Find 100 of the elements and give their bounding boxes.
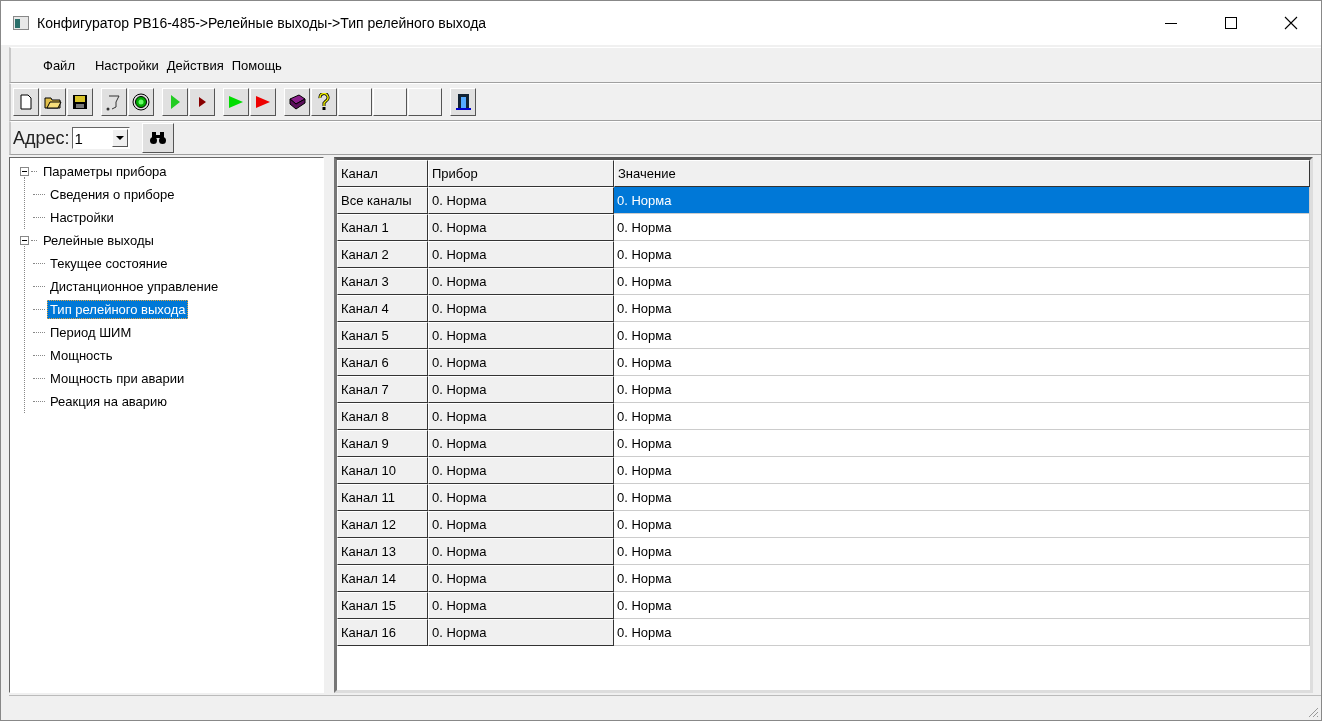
table-cell: 0. Норма — [428, 349, 614, 376]
table-cell: 0. Норма — [428, 187, 614, 214]
table-cell[interactable]: 0. Норма — [614, 187, 1310, 214]
table-cell: 0. Норма — [428, 430, 614, 457]
play-button[interactable] — [162, 88, 188, 116]
new-file-button[interactable] — [13, 88, 39, 116]
tree-item[interactable]: Реакция на аварию — [47, 392, 171, 411]
save-button[interactable] — [67, 88, 93, 116]
table-cell: Канал 16 — [337, 619, 428, 646]
target-button[interactable] — [128, 88, 154, 116]
open-folder-button[interactable] — [40, 88, 66, 116]
help-button[interactable] — [311, 88, 337, 116]
table-cell: 0. Норма — [428, 241, 614, 268]
table-cell: Канал 5 — [337, 322, 428, 349]
table-cell: 0. Норма — [428, 214, 614, 241]
table-cell: Канал 2 — [337, 241, 428, 268]
tree-item[interactable]: Сведения о приборе — [47, 185, 178, 204]
table-cell: 0. Норма — [428, 565, 614, 592]
table-cell: 0. Норма — [428, 511, 614, 538]
table-cell: Канал 1 — [337, 214, 428, 241]
target-icon — [132, 93, 150, 111]
close-icon — [1284, 16, 1298, 30]
binoculars-icon — [148, 131, 167, 145]
table-cell[interactable]: 0. Норма — [614, 268, 1310, 295]
table-cell: 0. Норма — [428, 268, 614, 295]
table-cell: Все каналы — [337, 187, 428, 214]
table-cell: Канал 9 — [337, 430, 428, 457]
table-cell: 0. Норма — [428, 376, 614, 403]
toolbar-button[interactable] — [373, 88, 407, 116]
tree-item[interactable]: Тип релейного выхода — [47, 300, 189, 319]
table-cell: Канал 8 — [337, 403, 428, 430]
tree-item[interactable]: Настройки — [47, 208, 117, 227]
tree-item[interactable]: Дистанционное управление — [47, 277, 222, 296]
menu-item[interactable]: Файл — [39, 57, 79, 73]
menu-item[interactable]: Действия — [162, 57, 228, 73]
tree-item[interactable]: Релейные выходы — [40, 231, 157, 250]
dropdown-arrow-icon — [115, 135, 124, 141]
document-icon — [18, 94, 34, 110]
table-cell: Канал 7 — [337, 376, 428, 403]
table-cell[interactable]: 0. Норма — [614, 295, 1310, 322]
resize-grip-icon — [1307, 706, 1319, 718]
search-button[interactable] — [141, 123, 174, 153]
table-cell: Канал 14 — [337, 565, 428, 592]
table-cell: Канал 13 — [337, 538, 428, 565]
table-cell: Канал 15 — [337, 592, 428, 619]
table-cell: 0. Норма — [428, 619, 614, 646]
collapse-icon[interactable] — [20, 167, 29, 176]
table-cell[interactable]: 0. Норма — [614, 349, 1310, 376]
table-cell: 0. Норма — [428, 592, 614, 619]
table-cell[interactable]: 0. Норма — [614, 403, 1310, 430]
play-button[interactable] — [189, 88, 215, 116]
table-cell[interactable]: 0. Норма — [614, 592, 1310, 619]
column-header[interactable]: Канал — [337, 160, 428, 187]
table-cell[interactable]: 0. Норма — [614, 565, 1310, 592]
app-icon — [13, 16, 29, 30]
table-cell[interactable]: 0. Норма — [614, 241, 1310, 268]
table-cell: 0. Норма — [428, 457, 614, 484]
play-icon — [197, 96, 207, 108]
toolbar-button[interactable] — [338, 88, 372, 116]
table-cell[interactable]: 0. Норма — [614, 511, 1310, 538]
window-title: Конфигуратор РВ16-485->Релейные выходы->Тип релейного выхода — [37, 15, 487, 31]
question-mark-icon — [318, 93, 330, 111]
play-button[interactable] — [223, 88, 249, 116]
tree-item[interactable]: Параметры прибора — [40, 162, 170, 181]
table-cell[interactable]: 0. Норма — [614, 376, 1310, 403]
column-header[interactable]: Значение — [614, 160, 1310, 187]
table-cell: Канал 4 — [337, 295, 428, 322]
collapse-icon[interactable] — [20, 236, 29, 245]
table-cell[interactable]: 0. Норма — [614, 430, 1310, 457]
table-cell: 0. Норма — [428, 484, 614, 511]
table-cell: 0. Норма — [428, 295, 614, 322]
play-icon — [228, 95, 244, 109]
table-cell: Канал 3 — [337, 268, 428, 295]
toolbar-button[interactable] — [408, 88, 442, 116]
tree-item[interactable]: Текущее состояние — [47, 254, 171, 273]
table-cell: Канал 6 — [337, 349, 428, 376]
table-cell[interactable]: 0. Норма — [614, 484, 1310, 511]
tree-item[interactable]: Мощность — [47, 346, 116, 365]
play-icon — [255, 95, 271, 109]
table-cell[interactable]: 0. Норма — [614, 322, 1310, 349]
table-cell: 0. Норма — [428, 403, 614, 430]
table-cell[interactable]: 0. Норма — [614, 538, 1310, 565]
address-label: Адрес: — [13, 127, 70, 149]
table-cell[interactable]: 0. Норма — [614, 457, 1310, 484]
exit-button[interactable] — [450, 88, 476, 116]
menu-item[interactable]: Настройки — [90, 57, 163, 73]
play-icon — [169, 94, 181, 110]
door-icon — [455, 93, 471, 111]
menu-item[interactable]: Помощь — [227, 57, 286, 73]
table-cell: Канал 12 — [337, 511, 428, 538]
tree-item[interactable]: Мощность при аварии — [47, 369, 188, 388]
table-cell: Канал 10 — [337, 457, 428, 484]
table-cell[interactable]: 0. Норма — [614, 214, 1310, 241]
address-dropdown[interactable]: 1 — [71, 127, 130, 149]
tree-item[interactable]: Период ШИМ — [47, 323, 135, 342]
table-cell: 0. Норма — [428, 538, 614, 565]
column-header[interactable]: Прибор — [428, 160, 614, 187]
table-cell: 0. Норма — [428, 322, 614, 349]
play-button[interactable] — [250, 88, 276, 116]
table-cell[interactable]: 0. Норма — [614, 619, 1310, 646]
